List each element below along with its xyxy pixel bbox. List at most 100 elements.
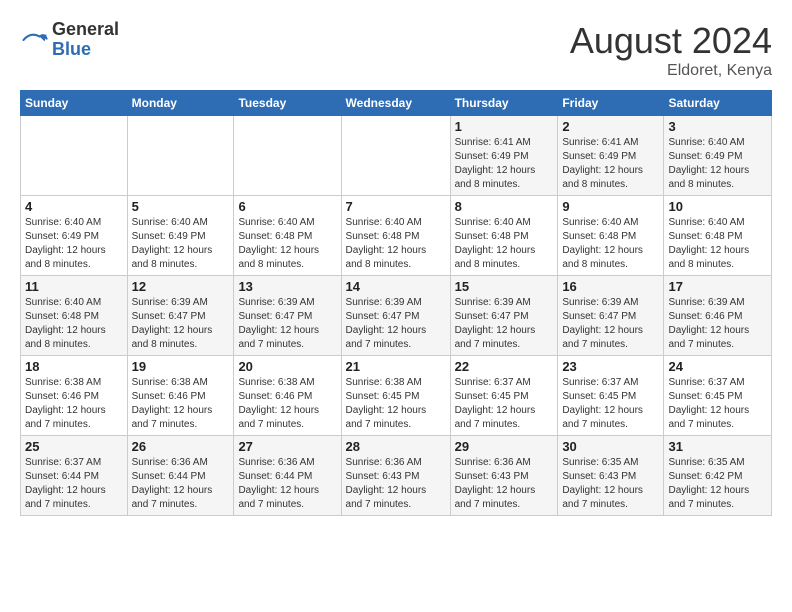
calendar-day-cell: 26 Sunrise: 6:36 AM Sunset: 6:44 PM Dayli… xyxy=(127,436,234,516)
calendar-day-cell: 21 Sunrise: 6:38 AM Sunset: 6:45 PM Dayli… xyxy=(341,356,450,436)
day-of-week-header: Wednesday xyxy=(341,91,450,116)
day-info: Sunrise: 6:40 AM Sunset: 6:49 PM Dayligh… xyxy=(668,136,767,192)
day-info: Sunrise: 6:35 AM Sunset: 6:42 PM Dayligh… xyxy=(668,456,767,512)
day-number: 10 xyxy=(668,199,767,214)
day-info: Sunrise: 6:40 AM Sunset: 6:48 PM Dayligh… xyxy=(455,216,554,272)
day-number: 6 xyxy=(238,199,336,214)
calendar-day-cell: 13 Sunrise: 6:39 AM Sunset: 6:47 PM Dayli… xyxy=(234,276,341,356)
day-number: 4 xyxy=(25,199,123,214)
day-number: 29 xyxy=(455,439,554,454)
day-number: 21 xyxy=(346,359,446,374)
day-info: Sunrise: 6:41 AM Sunset: 6:49 PM Dayligh… xyxy=(562,136,659,192)
day-number: 7 xyxy=(346,199,446,214)
day-of-week-header: Thursday xyxy=(450,91,558,116)
title-area: August 2024 Eldoret, Kenya xyxy=(570,20,772,80)
calendar-day-cell: 14 Sunrise: 6:39 AM Sunset: 6:47 PM Dayli… xyxy=(341,276,450,356)
day-info: Sunrise: 6:36 AM Sunset: 6:44 PM Dayligh… xyxy=(132,456,230,512)
day-number: 28 xyxy=(346,439,446,454)
day-of-week-header: Tuesday xyxy=(234,91,341,116)
day-info: Sunrise: 6:39 AM Sunset: 6:47 PM Dayligh… xyxy=(238,296,336,352)
calendar-day-cell: 25Sunrise: 6:37 AM Sunset: 6:44 PM Dayli… xyxy=(21,436,128,516)
calendar-day-cell: 15 Sunrise: 6:39 AM Sunset: 6:47 PM Dayli… xyxy=(450,276,558,356)
day-number: 22 xyxy=(455,359,554,374)
day-info: Sunrise: 6:41 AM Sunset: 6:49 PM Dayligh… xyxy=(455,136,554,192)
day-of-week-header: Sunday xyxy=(21,91,128,116)
day-info: Sunrise: 6:39 AM Sunset: 6:47 PM Dayligh… xyxy=(346,296,446,352)
day-number: 25 xyxy=(25,439,123,454)
day-number: 15 xyxy=(455,279,554,294)
calendar-day-cell: 8 Sunrise: 6:40 AM Sunset: 6:48 PM Daylig… xyxy=(450,196,558,276)
day-number: 26 xyxy=(132,439,230,454)
calendar-day-cell: 19Sunrise: 6:38 AM Sunset: 6:46 PM Dayli… xyxy=(127,356,234,436)
day-info: Sunrise: 6:38 AM Sunset: 6:46 PM Dayligh… xyxy=(238,376,336,432)
day-number: 20 xyxy=(238,359,336,374)
day-info: Sunrise: 6:39 AM Sunset: 6:47 PM Dayligh… xyxy=(132,296,230,352)
location-subtitle: Eldoret, Kenya xyxy=(570,62,772,80)
logo-blue-text: Blue xyxy=(52,40,119,60)
calendar-day-cell: 17Sunrise: 6:39 AM Sunset: 6:46 PM Dayli… xyxy=(664,276,772,356)
logo-icon xyxy=(20,26,48,54)
day-number: 31 xyxy=(668,439,767,454)
day-info: Sunrise: 6:38 AM Sunset: 6:45 PM Dayligh… xyxy=(346,376,446,432)
day-number: 3 xyxy=(668,119,767,134)
day-of-week-header: Monday xyxy=(127,91,234,116)
calendar-day-cell: 2 Sunrise: 6:41 AM Sunset: 6:49 PM Daylig… xyxy=(558,116,664,196)
day-number: 27 xyxy=(238,439,336,454)
day-info: Sunrise: 6:40 AM Sunset: 6:48 PM Dayligh… xyxy=(238,216,336,272)
calendar-day-cell: 22 Sunrise: 6:37 AM Sunset: 6:45 PM Dayli… xyxy=(450,356,558,436)
day-number: 14 xyxy=(346,279,446,294)
day-number: 12 xyxy=(132,279,230,294)
day-info: Sunrise: 6:39 AM Sunset: 6:47 PM Dayligh… xyxy=(455,296,554,352)
day-info: Sunrise: 6:40 AM Sunset: 6:49 PM Dayligh… xyxy=(25,216,123,272)
day-number: 13 xyxy=(238,279,336,294)
day-info: Sunrise: 6:40 AM Sunset: 6:48 PM Dayligh… xyxy=(346,216,446,272)
calendar-day-cell: 16 Sunrise: 6:39 AM Sunset: 6:47 PM Dayli… xyxy=(558,276,664,356)
day-number: 9 xyxy=(562,199,659,214)
logo: General Blue xyxy=(20,20,119,60)
calendar-table: SundayMondayTuesdayWednesdayThursdayFrid… xyxy=(20,90,772,516)
calendar-day-cell: 29Sunrise: 6:36 AM Sunset: 6:43 PM Dayli… xyxy=(450,436,558,516)
day-info: Sunrise: 6:40 AM Sunset: 6:48 PM Dayligh… xyxy=(562,216,659,272)
day-info: Sunrise: 6:38 AM Sunset: 6:46 PM Dayligh… xyxy=(25,376,123,432)
day-number: 16 xyxy=(562,279,659,294)
calendar-day-cell xyxy=(234,116,341,196)
page-header: General Blue August 2024 Eldoret, Kenya xyxy=(20,20,772,80)
calendar-day-cell: 31 Sunrise: 6:35 AM Sunset: 6:42 PM Dayli… xyxy=(664,436,772,516)
day-info: Sunrise: 6:37 AM Sunset: 6:45 PM Dayligh… xyxy=(455,376,554,432)
day-info: Sunrise: 6:37 AM Sunset: 6:45 PM Dayligh… xyxy=(562,376,659,432)
calendar-day-cell xyxy=(127,116,234,196)
calendar-day-cell xyxy=(341,116,450,196)
day-number: 19 xyxy=(132,359,230,374)
day-info: Sunrise: 6:37 AM Sunset: 6:45 PM Dayligh… xyxy=(668,376,767,432)
calendar-header-row: SundayMondayTuesdayWednesdayThursdayFrid… xyxy=(21,91,772,116)
calendar-week-row: 18 Sunrise: 6:38 AM Sunset: 6:46 PM Dayli… xyxy=(21,356,772,436)
day-info: Sunrise: 6:40 AM Sunset: 6:48 PM Dayligh… xyxy=(25,296,123,352)
calendar-day-cell: 1Sunrise: 6:41 AM Sunset: 6:49 PM Daylig… xyxy=(450,116,558,196)
calendar-day-cell: 7 Sunrise: 6:40 AM Sunset: 6:48 PM Daylig… xyxy=(341,196,450,276)
day-number: 18 xyxy=(25,359,123,374)
logo-general-text: General xyxy=(52,20,119,40)
calendar-week-row: 25Sunrise: 6:37 AM Sunset: 6:44 PM Dayli… xyxy=(21,436,772,516)
day-number: 23 xyxy=(562,359,659,374)
calendar-day-cell: 27Sunrise: 6:36 AM Sunset: 6:44 PM Dayli… xyxy=(234,436,341,516)
day-of-week-header: Friday xyxy=(558,91,664,116)
day-number: 2 xyxy=(562,119,659,134)
calendar-day-cell: 12 Sunrise: 6:39 AM Sunset: 6:47 PM Dayli… xyxy=(127,276,234,356)
calendar-day-cell: 3 Sunrise: 6:40 AM Sunset: 6:49 PM Daylig… xyxy=(664,116,772,196)
calendar-day-cell: 28Sunrise: 6:36 AM Sunset: 6:43 PM Dayli… xyxy=(341,436,450,516)
calendar-week-row: 1Sunrise: 6:41 AM Sunset: 6:49 PM Daylig… xyxy=(21,116,772,196)
calendar-day-cell: 11Sunrise: 6:40 AM Sunset: 6:48 PM Dayli… xyxy=(21,276,128,356)
day-info: Sunrise: 6:39 AM Sunset: 6:47 PM Dayligh… xyxy=(562,296,659,352)
day-info: Sunrise: 6:39 AM Sunset: 6:46 PM Dayligh… xyxy=(668,296,767,352)
day-info: Sunrise: 6:40 AM Sunset: 6:49 PM Dayligh… xyxy=(132,216,230,272)
day-info: Sunrise: 6:35 AM Sunset: 6:43 PM Dayligh… xyxy=(562,456,659,512)
day-number: 5 xyxy=(132,199,230,214)
calendar-day-cell: 5 Sunrise: 6:40 AM Sunset: 6:49 PM Daylig… xyxy=(127,196,234,276)
calendar-day-cell: 6 Sunrise: 6:40 AM Sunset: 6:48 PM Daylig… xyxy=(234,196,341,276)
day-number: 8 xyxy=(455,199,554,214)
calendar-day-cell: 30 Sunrise: 6:35 AM Sunset: 6:43 PM Dayli… xyxy=(558,436,664,516)
day-number: 30 xyxy=(562,439,659,454)
calendar-week-row: 11Sunrise: 6:40 AM Sunset: 6:48 PM Dayli… xyxy=(21,276,772,356)
calendar-day-cell: 9 Sunrise: 6:40 AM Sunset: 6:48 PM Daylig… xyxy=(558,196,664,276)
calendar-day-cell xyxy=(21,116,128,196)
